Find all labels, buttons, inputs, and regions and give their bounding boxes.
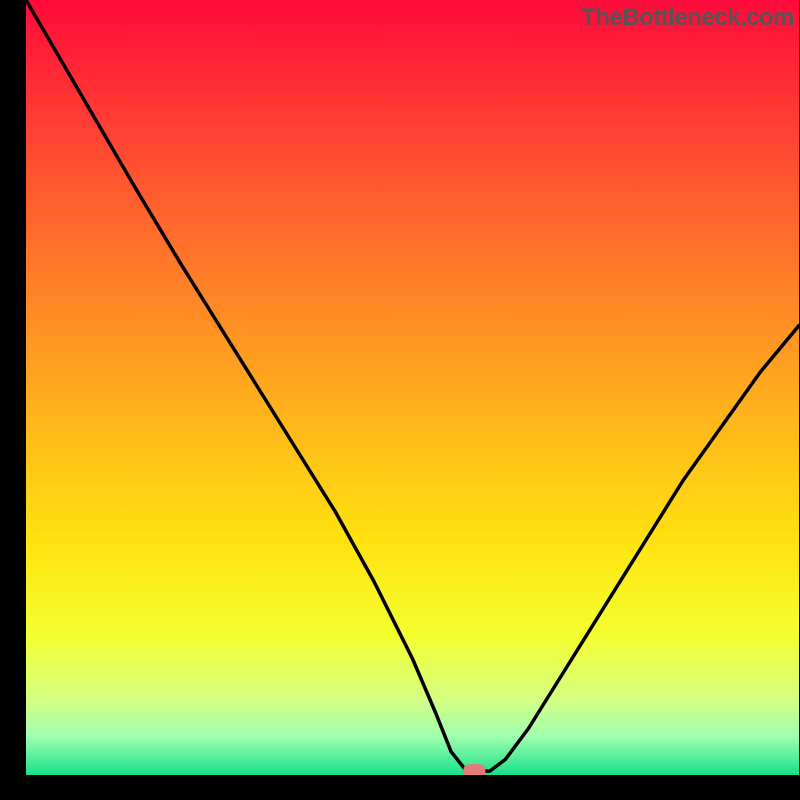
watermark-text: TheBottleneck.com (581, 4, 794, 32)
bottleneck-chart (26, 0, 799, 775)
chart-container: TheBottleneck.com (0, 0, 800, 800)
plot-area (26, 0, 799, 775)
minimum-marker (463, 764, 485, 775)
